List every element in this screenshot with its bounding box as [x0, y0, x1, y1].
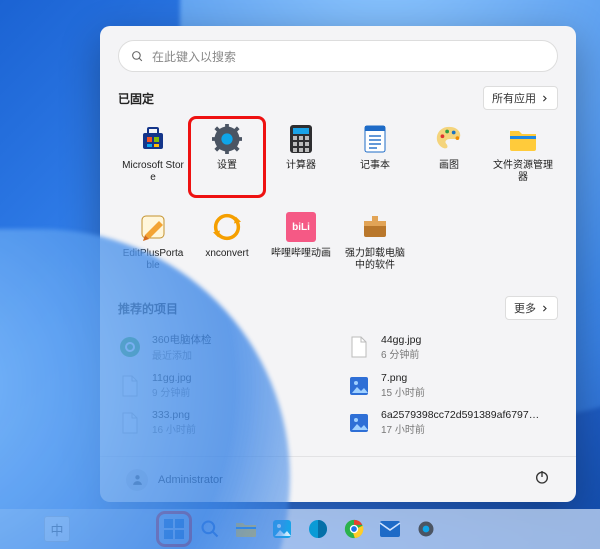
recommended-item[interactable]: 6a2579398cc72d591389af679703f3…17 小时前: [347, 409, 558, 436]
store-icon: [138, 124, 168, 154]
bilibili-icon: biLi: [286, 212, 316, 242]
more-button[interactable]: 更多: [505, 296, 558, 320]
rec-sub: 17 小时前: [381, 421, 541, 436]
settings-task-icon[interactable]: [413, 516, 439, 542]
all-apps-button[interactable]: 所有应用: [483, 86, 558, 110]
app-label: 计算器: [286, 160, 316, 172]
more-label: 更多: [514, 300, 536, 316]
app-label: 文件资源管理器: [490, 160, 556, 183]
img-icon: [347, 411, 371, 435]
rec-title: 44gg.jpg: [381, 334, 421, 346]
paint-icon: [434, 124, 464, 154]
app-label: Microsoft Store: [120, 160, 186, 183]
app-label: 画图: [439, 160, 459, 172]
app-label: 记事本: [360, 160, 390, 172]
search-task-icon[interactable]: [197, 516, 223, 542]
user-account-button[interactable]: Administrator: [126, 469, 223, 491]
recommended-item[interactable]: 333.png16 小时前: [118, 409, 329, 436]
all-apps-label: 所有应用: [492, 90, 536, 106]
search-placeholder: 在此键入以搜索: [152, 48, 236, 65]
explorer-icon: [508, 124, 538, 154]
file-icon: [347, 335, 371, 359]
app-label: xnconvert: [205, 248, 248, 260]
calculator-icon: [286, 124, 316, 154]
ime-indicator[interactable]: 中: [44, 516, 70, 542]
recommended-item[interactable]: 11gg.jpg9 分钟前: [118, 372, 329, 399]
rec-sub: 最近添加: [152, 347, 212, 362]
recommended-list: 360电脑体检最近添加 44gg.jpg6 分钟前 11gg.jpg9 分钟前 …: [118, 332, 558, 436]
rec-sub: 16 小时前: [152, 421, 196, 436]
app-uninstall[interactable]: 强力卸载电脑中的软件: [340, 208, 410, 282]
chrome-task-icon[interactable]: [341, 516, 367, 542]
rec-sub: 15 小时前: [381, 384, 425, 399]
editplus-icon: [138, 212, 168, 242]
explorer-task-icon[interactable]: [233, 516, 259, 542]
search-input[interactable]: 在此键入以搜索: [118, 40, 558, 72]
recommended-header: 推荐的项目: [118, 300, 178, 317]
pinned-header-row: 已固定 所有应用: [118, 86, 558, 110]
app-xnconvert[interactable]: xnconvert: [192, 208, 262, 282]
start-footer: Administrator: [100, 456, 576, 502]
app-label: 强力卸载电脑中的软件: [342, 248, 408, 271]
mail-task-icon[interactable]: [377, 516, 403, 542]
app-label: EditPlusPortable: [120, 248, 186, 271]
app-settings[interactable]: 设置: [192, 120, 262, 194]
app-notepad[interactable]: 记事本: [340, 120, 410, 194]
recommended-header-row: 推荐的项目 更多: [118, 296, 558, 320]
search-icon: [131, 50, 144, 63]
uninstall-icon: [360, 212, 390, 242]
pinned-header: 已固定: [118, 90, 154, 107]
rec-title: 360电脑体检: [152, 332, 212, 347]
app-microsoft-store[interactable]: Microsoft Store: [118, 120, 188, 194]
user-name: Administrator: [158, 474, 223, 486]
start-icon[interactable]: [161, 516, 187, 542]
file-icon: [118, 374, 142, 398]
app-explorer[interactable]: 文件资源管理器: [488, 120, 558, 194]
app-paint[interactable]: 画图: [414, 120, 484, 194]
avatar-icon: [126, 469, 148, 491]
photos-task-icon[interactable]: [269, 516, 295, 542]
360-icon: [118, 335, 142, 359]
start-menu-panel: 在此键入以搜索 已固定 所有应用 Microsoft Store 设置 计算器: [100, 26, 576, 502]
app-label: 设置: [217, 160, 237, 172]
xnconvert-icon: [212, 212, 242, 242]
chevron-right-icon: [540, 304, 549, 313]
recommended-item[interactable]: 7.png15 小时前: [347, 372, 558, 399]
taskbar: 中: [0, 509, 600, 549]
app-editplus[interactable]: EditPlusPortable: [118, 208, 188, 282]
pinned-grid: Microsoft Store 设置 计算器 记事本 画图: [118, 120, 558, 282]
app-bilibili[interactable]: biLi 哔哩哔哩动画: [266, 208, 336, 282]
rec-title: 333.png: [152, 409, 196, 421]
recommended-item[interactable]: 44gg.jpg6 分钟前: [347, 332, 558, 362]
recommended-item[interactable]: 360电脑体检最近添加: [118, 332, 329, 362]
settings-icon: [212, 124, 242, 154]
rec-title: 11gg.jpg: [152, 372, 192, 384]
rec-title: 7.png: [381, 372, 425, 384]
app-label: 哔哩哔哩动画: [271, 248, 331, 260]
img-icon: [347, 374, 371, 398]
app-calculator[interactable]: 计算器: [266, 120, 336, 194]
browser-task-icon[interactable]: [305, 516, 331, 542]
chevron-right-icon: [540, 94, 549, 103]
rec-sub: 9 分钟前: [152, 384, 192, 399]
rec-title: 6a2579398cc72d591389af679703f3…: [381, 409, 541, 421]
file-icon: [118, 411, 142, 435]
notepad-icon: [360, 124, 390, 154]
rec-sub: 6 分钟前: [381, 346, 421, 361]
power-button[interactable]: [534, 469, 550, 490]
